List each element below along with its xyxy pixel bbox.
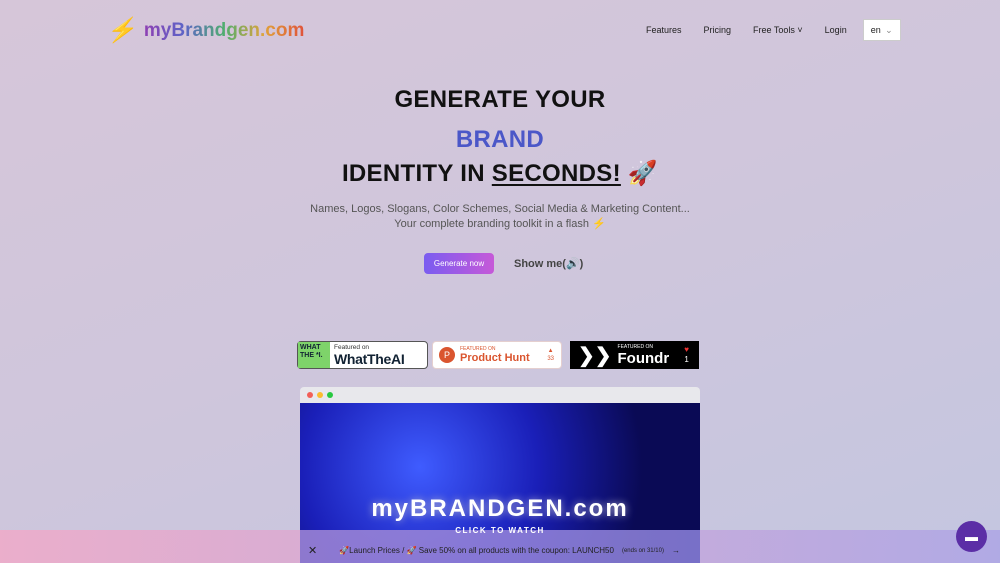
close-icon[interactable]: ✕	[308, 544, 317, 557]
generate-now-button[interactable]: Generate now	[424, 253, 494, 274]
whattheai-badge[interactable]: WHAT THE *I. Featured on WhatTheAI	[297, 341, 428, 369]
chat-icon: ▬	[965, 529, 978, 544]
window-dots	[300, 387, 700, 403]
hero-line-3: IDENTITY IN SECONDS! 🚀	[341, 160, 659, 187]
upvote-icon: ▲	[547, 348, 554, 354]
nav-login[interactable]: Login	[825, 25, 847, 35]
nav-free-tools[interactable]: Free Tools ˅	[753, 25, 803, 35]
hero-line-2: BRAND	[455, 126, 545, 153]
heart-icon: ♥	[684, 345, 689, 354]
nav-pricing[interactable]: Pricing	[704, 25, 732, 35]
top-nav: Features Pricing Free Tools ˅ Login en ⌄	[646, 19, 901, 41]
chevron-down-icon: ⌄	[885, 24, 893, 35]
foundr-icon: ❯❯	[578, 344, 612, 367]
nav-features[interactable]: Features	[646, 25, 682, 35]
click-to-watch[interactable]: CLICK TO WATCH	[300, 526, 700, 536]
product-hunt-badge[interactable]: P FEATURED ON Product Hunt ▲ 33	[432, 341, 562, 369]
chat-button[interactable]: ▬	[956, 521, 987, 552]
foundr-badge[interactable]: ❯❯ FEATURED ON Foundr ♥ 1	[570, 341, 699, 369]
bolt-icon: ⚡	[105, 17, 141, 44]
arrow-right-icon[interactable]: →	[672, 546, 680, 555]
product-hunt-icon: P	[439, 347, 455, 363]
language-select[interactable]: en ⌄	[862, 19, 901, 41]
hero-line-1: GENERATE YOUR	[394, 86, 606, 113]
show-me-button[interactable]: Show me(🔊)	[514, 257, 583, 270]
logo[interactable]: ⚡ myBrandgen.com	[105, 16, 305, 45]
hero-subtitle: Names, Logos, Slogans, Color Schemes, So…	[310, 203, 690, 230]
